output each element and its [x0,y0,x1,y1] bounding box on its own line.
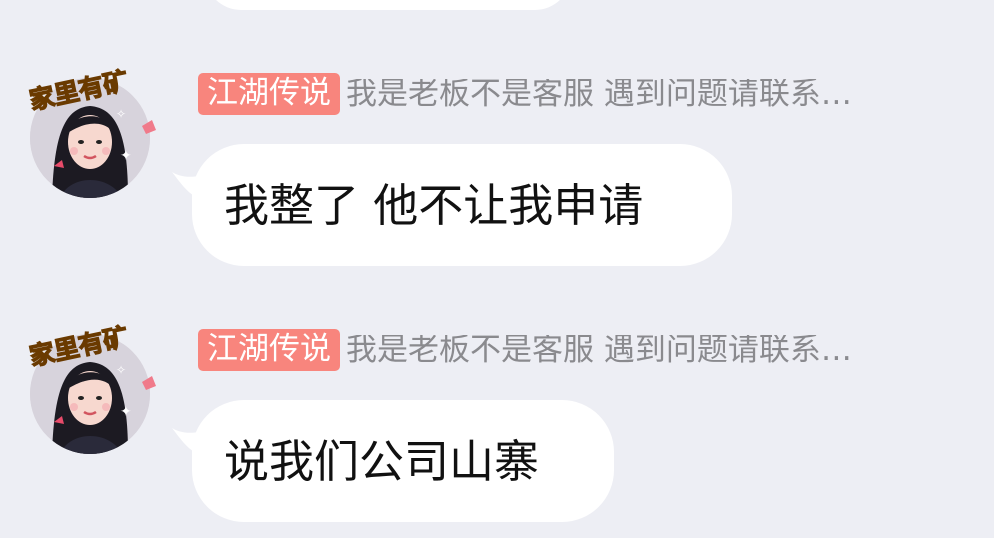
avatar[interactable]: ✦ ✧ 家里有矿 [24,312,172,456]
sender-tag: 江湖传说 [198,329,340,371]
previous-message-bubble[interactable] [205,0,571,10]
svg-text:✧: ✧ [116,363,126,377]
chat-message: ✦ ✧ 家里有矿 江湖传说 我是老板不是客服 遇到问题请联系… 说我们公司山寨 [0,308,994,538]
sender-name[interactable]: 我是老板不是客服 遇到问题请联系… [346,335,852,366]
avatar[interactable]: ✦ ✧ 家里有矿 [24,56,172,200]
avatar-image: ✦ ✧ 家里有矿 [26,65,156,198]
sender-row: 江湖传说 我是老板不是客服 遇到问题请联系… [198,328,978,372]
chat-area: ✦ ✧ 家里有矿 江湖传说 我是老板不是客服 遇到问题请联系… 我整了 他不让我… [0,0,994,526]
chat-message: ✦ ✧ 家里有矿 江湖传说 我是老板不是客服 遇到问题请联系… 我整了 他不让我… [0,52,994,282]
avatar-image: ✦ ✧ 家里有矿 [26,321,156,454]
message-text: 我整了 他不让我申请 [224,178,644,232]
svg-text:✦: ✦ [120,404,132,420]
sender-row: 江湖传说 我是老板不是客服 遇到问题请联系… [198,72,978,116]
message-bubble[interactable]: 说我们公司山寨 [192,400,614,522]
sender-name[interactable]: 我是老板不是客服 遇到问题请联系… [346,79,852,110]
svg-text:✧: ✧ [116,107,126,121]
message-text: 说我们公司山寨 [224,434,540,488]
message-bubble[interactable]: 我整了 他不让我申请 [192,144,732,266]
sender-tag: 江湖传说 [198,73,340,115]
svg-text:✦: ✦ [120,148,132,164]
